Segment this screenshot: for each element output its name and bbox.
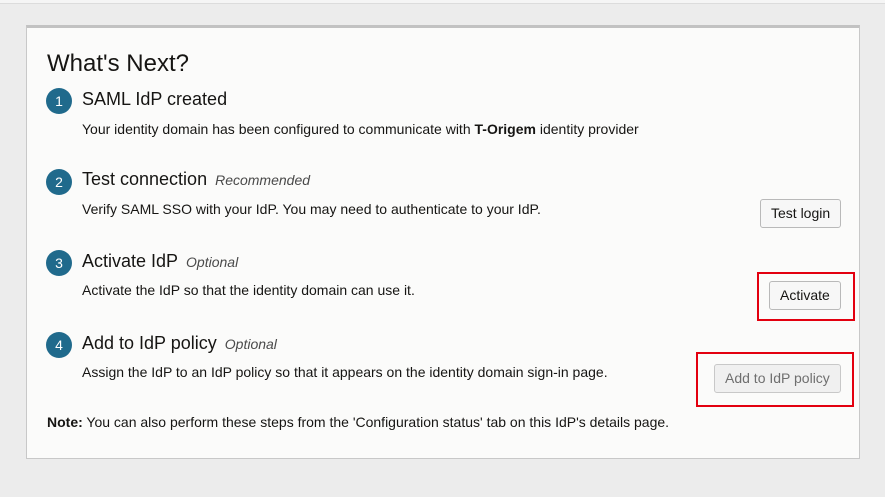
description-text: identity provider (535, 121, 639, 137)
step-description: Activate the IdP so that the identity do… (82, 282, 415, 298)
note-label: Note: (47, 414, 83, 430)
step-title-text: Test connection (82, 169, 208, 189)
step-title-text: Activate IdP (82, 251, 179, 271)
add-to-idp-policy-button[interactable]: Add to IdP policy (714, 364, 841, 393)
optional-tag: Optional (186, 254, 239, 270)
step-title: Test connection Recommended (82, 169, 310, 190)
recommended-tag: Recommended (215, 172, 311, 188)
step-title-text: SAML IdP created (82, 89, 228, 109)
step-title: SAML IdP created (82, 89, 227, 110)
step-title-text: Add to IdP policy (82, 333, 217, 353)
top-border (0, 0, 885, 4)
optional-tag: Optional (224, 336, 277, 352)
step-title: Add to IdP policy Optional (82, 333, 277, 354)
description-text: Your identity domain has been configured… (82, 121, 475, 137)
idp-name: T-Origem (474, 121, 536, 137)
whats-next-panel: What's Next? 1 SAML IdP created Your ide… (26, 25, 860, 459)
step-description: Verify SAML SSO with your IdP. You may n… (82, 201, 541, 217)
note: Note: You can also perform these steps f… (47, 414, 669, 430)
step-number-badge: 3 (46, 250, 72, 276)
activate-button[interactable]: Activate (769, 281, 841, 310)
step-description: Your identity domain has been configured… (82, 121, 639, 137)
note-text: You can also perform these steps from th… (82, 414, 670, 430)
test-login-button[interactable]: Test login (760, 199, 842, 228)
step-number-badge: 2 (46, 169, 72, 195)
step-number-badge: 1 (46, 88, 72, 114)
panel-title: What's Next? (47, 50, 189, 77)
step-description: Assign the IdP to an IdP policy so that … (82, 364, 608, 380)
step-title: Activate IdP Optional (82, 251, 238, 272)
step-number-badge: 4 (46, 332, 72, 358)
